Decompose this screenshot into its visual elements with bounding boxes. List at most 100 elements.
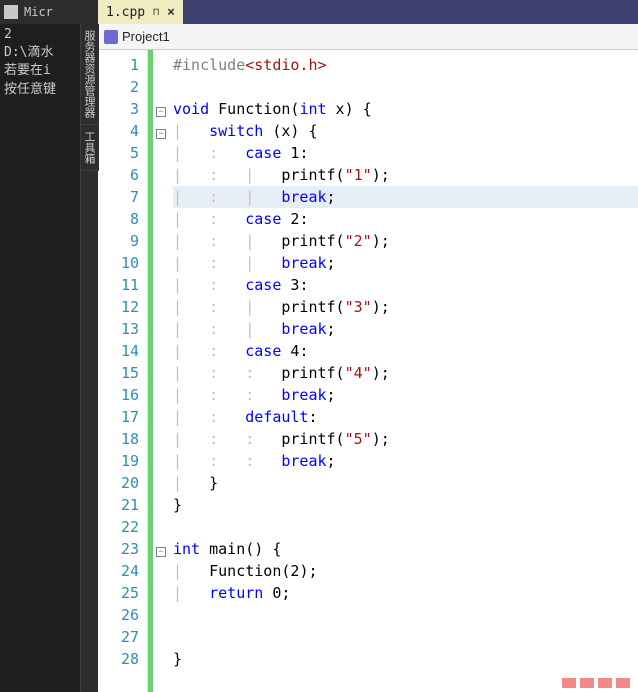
line-number: 21 (98, 494, 139, 516)
fold-cell (153, 406, 169, 428)
line-number: 23 (98, 538, 139, 560)
line-number-gutter: 1234567891011121314151617181920212223242… (98, 50, 148, 692)
code-line[interactable]: int main() { (173, 538, 638, 560)
line-number: 20 (98, 472, 139, 494)
fold-cell (153, 516, 169, 538)
code-line[interactable]: | : | printf("1"); (173, 164, 638, 186)
artifact-noise (562, 678, 630, 688)
line-number: 24 (98, 560, 139, 582)
code-line[interactable]: | : case 2: (173, 208, 638, 230)
code-line[interactable]: | switch (x) { (173, 120, 638, 142)
line-number: 6 (98, 164, 139, 186)
line-number: 16 (98, 384, 139, 406)
code-line[interactable]: | : case 4: (173, 340, 638, 362)
fold-toggle-icon[interactable]: − (156, 107, 166, 117)
fold-cell (153, 384, 169, 406)
fold-cell (153, 164, 169, 186)
code-container: 1234567891011121314151617181920212223242… (98, 50, 638, 692)
fold-cell (153, 428, 169, 450)
fold-cell (153, 142, 169, 164)
line-number: 26 (98, 604, 139, 626)
fold-cell (153, 296, 169, 318)
line-number: 27 (98, 626, 139, 648)
fold-cell (153, 472, 169, 494)
main: 2D:\滴水若要在i按任意键 服务器资源管理器工具箱 Project1 12 34… (0, 24, 638, 692)
line-number: 28 (98, 648, 139, 670)
fold-cell (153, 560, 169, 582)
code-line[interactable]: } (173, 648, 638, 670)
code-text[interactable]: #include<stdio.h>void Function(int x) {|… (169, 50, 638, 692)
line-number: 14 (98, 340, 139, 362)
code-line[interactable]: | : case 3: (173, 274, 638, 296)
line-number: 4 (98, 120, 139, 142)
code-line[interactable] (173, 76, 638, 98)
fold-cell (153, 230, 169, 252)
code-line[interactable]: } (173, 494, 638, 516)
code-line[interactable]: | : | printf("2"); (173, 230, 638, 252)
code-line[interactable]: | : | break; (173, 186, 638, 208)
line-number: 5 (98, 142, 139, 164)
code-line[interactable]: | : | break; (173, 252, 638, 274)
code-line[interactable]: #include<stdio.h> (173, 54, 638, 76)
fold-cell (153, 252, 169, 274)
code-line[interactable]: | : : printf("5"); (173, 428, 638, 450)
fold-column: − − − (153, 50, 169, 692)
code-line[interactable]: | : : break; (173, 450, 638, 472)
code-line[interactable]: | : : break; (173, 384, 638, 406)
line-number: 25 (98, 582, 139, 604)
fold-cell (153, 450, 169, 472)
line-number: 19 (98, 450, 139, 472)
code-line[interactable]: | : : printf("4"); (173, 362, 638, 384)
line-number: 8 (98, 208, 139, 230)
code-line[interactable]: | Function(2); (173, 560, 638, 582)
code-line[interactable]: | : | break; (173, 318, 638, 340)
project-icon (104, 30, 118, 44)
fold-toggle-icon[interactable]: − (156, 129, 166, 139)
project-name: Project1 (122, 29, 170, 44)
code-line[interactable]: void Function(int x) { (173, 98, 638, 120)
pin-icon[interactable]: ⊓ (153, 7, 159, 18)
code-line[interactable] (173, 604, 638, 626)
line-number: 10 (98, 252, 139, 274)
file-tab[interactable]: 1.cpp ⊓ × (98, 0, 183, 24)
fold-cell (153, 186, 169, 208)
code-line[interactable]: | return 0; (173, 582, 638, 604)
line-number: 22 (98, 516, 139, 538)
line-number: 12 (98, 296, 139, 318)
vertical-tab[interactable]: 工具箱 (81, 125, 99, 171)
fold-toggle-icon[interactable]: − (156, 547, 166, 557)
fold-cell (153, 604, 169, 626)
scope-bar[interactable]: Project1 (98, 24, 638, 50)
code-line[interactable] (173, 626, 638, 648)
vertical-tab[interactable]: 服务器资源管理器 (81, 24, 99, 125)
console-panel: 2D:\滴水若要在i按任意键 服务器资源管理器工具箱 (0, 24, 98, 692)
code-line[interactable]: | : case 1: (173, 142, 638, 164)
top-bar: Micr 1.cpp ⊓ × (0, 0, 638, 24)
code-line[interactable]: | : | printf("3"); (173, 296, 638, 318)
fold-cell[interactable]: − (153, 120, 169, 142)
tab-bar: 1.cpp ⊓ × (98, 0, 638, 24)
tab-filename: 1.cpp (106, 5, 145, 20)
app-icon (4, 5, 18, 19)
code-line[interactable] (173, 516, 638, 538)
line-number: 13 (98, 318, 139, 340)
fold-cell (153, 582, 169, 604)
line-number: 2 (98, 76, 139, 98)
fold-cell (153, 494, 169, 516)
fold-cell[interactable]: − (153, 98, 169, 120)
line-number: 11 (98, 274, 139, 296)
line-number: 7 (98, 186, 139, 208)
background-tab[interactable]: Micr (0, 0, 98, 24)
line-number: 3 (98, 98, 139, 120)
vertical-tab-strip: 服务器资源管理器工具箱 (80, 24, 98, 692)
fold-cell (153, 274, 169, 296)
fold-cell (153, 626, 169, 648)
editor-area: Project1 1234567891011121314151617181920… (98, 24, 638, 692)
app-title: Micr (24, 5, 53, 19)
fold-cell (153, 208, 169, 230)
close-icon[interactable]: × (167, 5, 175, 20)
fold-cell[interactable]: − (153, 538, 169, 560)
code-line[interactable]: | : default: (173, 406, 638, 428)
fold-cell (153, 54, 169, 76)
code-line[interactable]: | } (173, 472, 638, 494)
